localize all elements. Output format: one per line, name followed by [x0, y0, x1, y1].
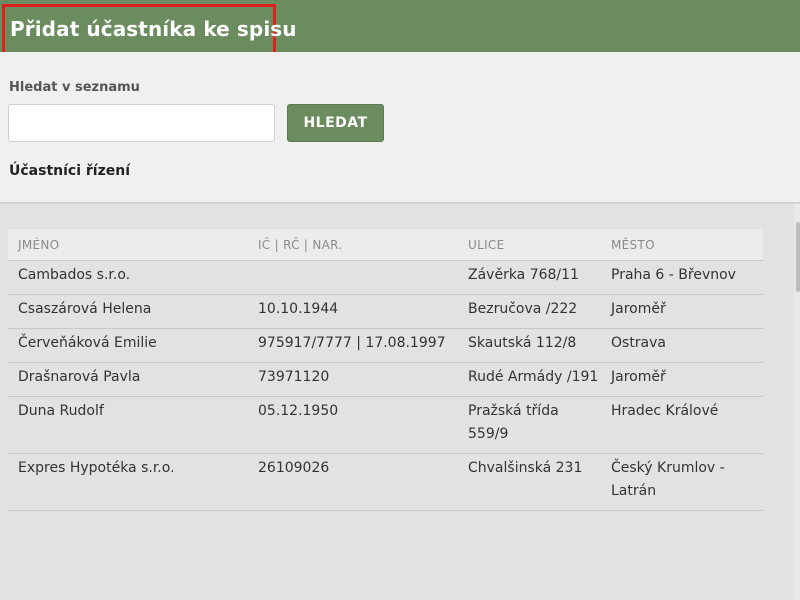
cell-id: 05.12.1950	[248, 396, 458, 454]
cell-id: 10.10.1944	[248, 294, 458, 329]
participants-table: JMÉNO IČ | RČ | NAR. ULICE MĚSTO Cambado…	[8, 229, 763, 511]
cell-street: Skautská 112/8	[458, 328, 601, 363]
cell-id	[248, 260, 458, 295]
cell-id: 73971120	[248, 362, 458, 397]
search-input[interactable]	[8, 104, 275, 142]
column-header-city: MĚSTO	[601, 229, 763, 261]
cell-city: Praha 6 - Břevnov	[601, 260, 763, 295]
cell-name: Cambados s.r.o.	[8, 260, 248, 295]
page-header: Přidat účastníka ke spisu	[0, 0, 800, 58]
cell-name: Drašnarová Pavla	[8, 362, 248, 397]
search-label: Hledat v seznamu	[9, 80, 140, 95]
cell-city: Jaroměř	[601, 362, 763, 397]
cell-street: Pražská třída 559/9	[458, 396, 601, 454]
cell-name: Expres Hypotéka s.r.o.	[8, 453, 248, 511]
table-row[interactable]: Csaszárová Helena 10.10.1944 Bezručova /…	[8, 294, 763, 329]
table-row[interactable]: Duna Rudolf 05.12.1950 Pražská třída 559…	[8, 396, 763, 454]
cell-city: Jaroměř	[601, 294, 763, 329]
column-header-id: IČ | RČ | NAR.	[248, 229, 458, 261]
cell-name: Červeňáková Emilie	[8, 328, 248, 363]
search-panel: Hledat v seznamu HLEDAT Účastníci řízení	[0, 52, 800, 202]
table-row[interactable]: Expres Hypotéka s.r.o. 26109026 Chvalšin…	[8, 453, 763, 511]
cell-city: Hradec Králové	[601, 396, 763, 454]
cell-name: Csaszárová Helena	[8, 294, 248, 329]
cell-street: Bezručova /222	[458, 294, 601, 329]
scrollbar-thumb[interactable]	[796, 222, 800, 292]
cell-city: Český Krumlov - Latrán	[601, 453, 763, 511]
table-row[interactable]: Červeňáková Emilie 975917/7777 | 17.08.1…	[8, 328, 763, 363]
table-row[interactable]: Cambados s.r.o. Závěrka 768/11 Praha 6 -…	[8, 260, 763, 295]
cell-city: Ostrava	[601, 328, 763, 363]
search-button[interactable]: HLEDAT	[287, 104, 384, 142]
cell-street: Rudé Armády /191	[458, 362, 601, 397]
cell-id: 26109026	[248, 453, 458, 511]
section-title: Účastníci řízení	[9, 163, 130, 179]
cell-street: Závěrka 768/11	[458, 260, 601, 295]
cell-id: 975917/7777 | 17.08.1997	[248, 328, 458, 363]
table-header-row: JMÉNO IČ | RČ | NAR. ULICE MĚSTO	[8, 229, 763, 261]
column-header-street: ULICE	[458, 229, 601, 261]
add-participant-page: Přidat účastníka ke spisu Hledat v sezna…	[0, 0, 800, 600]
cell-name: Duna Rudolf	[8, 396, 248, 454]
column-header-name: JMÉNO	[8, 229, 248, 261]
table-row[interactable]: Drašnarová Pavla 73971120 Rudé Armády /1…	[8, 362, 763, 397]
page-title: Přidat účastníka ke spisu	[10, 17, 297, 41]
cell-street: Chvalšinská 231	[458, 453, 601, 511]
